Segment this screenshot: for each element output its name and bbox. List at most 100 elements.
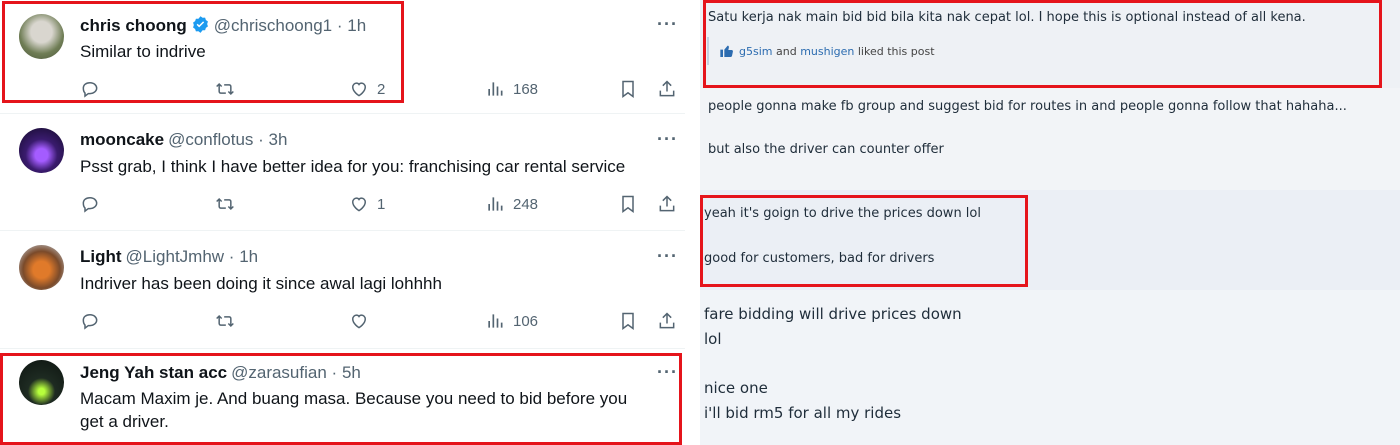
forum-post: Satu kerja nak main bid bid bila kita na… [700, 0, 1400, 88]
analytics-icon [488, 82, 503, 96]
avatar[interactable] [19, 245, 64, 290]
view-count: 168 [513, 80, 539, 98]
bookmark-icon [622, 312, 634, 330]
forum-post: people gonna make fb group and suggest b… [700, 88, 1400, 190]
retweet-button[interactable] [215, 79, 243, 99]
reply-icon [82, 81, 98, 98]
more-options-icon[interactable]: ··· [657, 362, 678, 383]
more-options-icon[interactable]: ··· [657, 14, 678, 35]
reply-icon [82, 196, 98, 213]
analytics-icon [488, 197, 503, 211]
more-options-icon[interactable]: ··· [657, 129, 678, 150]
likes-text: liked this post [857, 44, 935, 58]
retweet-icon [216, 314, 234, 328]
author-handle[interactable]: @LightJmhw [126, 247, 225, 266]
post-text: i'll bid rm5 for all my rides [704, 404, 902, 422]
author-name[interactable]: Jeng Yah stan acc [80, 363, 227, 382]
tweet-item[interactable]: Light @LightJmhw · 1h ··· Indriver has be… [0, 231, 685, 347]
tweet-header: Light @LightJmhw · 1h [80, 247, 258, 267]
share-button[interactable] [657, 194, 677, 214]
post-text: lol [704, 330, 722, 348]
analytics-icon [488, 314, 503, 328]
liker-link[interactable]: g5sim [739, 45, 772, 58]
tweet-text: Indriver has been doing it since awal la… [80, 274, 442, 293]
share-icon [659, 195, 675, 212]
post-text: fare bidding will drive prices down [704, 305, 962, 323]
like-count: 2 [377, 80, 386, 98]
post-text: people gonna make fb group and suggest b… [708, 99, 1347, 114]
retweet-button[interactable] [215, 194, 243, 214]
share-icon [659, 80, 675, 97]
like-count: 1 [377, 195, 386, 213]
like-button[interactable]: 2 [349, 79, 385, 99]
verified-badge-icon [192, 16, 208, 33]
share-button[interactable] [657, 311, 677, 331]
views-button[interactable]: 168 [485, 79, 538, 99]
tweet-time[interactable]: 5h [342, 363, 361, 382]
tweet-time[interactable]: 1h [239, 247, 258, 266]
share-button[interactable] [657, 79, 677, 99]
reply-button[interactable] [80, 79, 108, 99]
avatar[interactable] [19, 14, 64, 59]
more-options-icon[interactable]: ··· [657, 246, 678, 267]
tweet-header: chris choong @chrischoong1 · 1h [80, 15, 366, 36]
reply-button[interactable] [80, 311, 108, 331]
separator-dot: · [331, 363, 338, 382]
author-handle[interactable]: @chrischoong1 [214, 16, 332, 35]
like-button[interactable] [349, 311, 377, 331]
post-text: yeah it's goign to drive the prices down… [704, 206, 981, 221]
thumbs-up-icon [720, 45, 733, 57]
view-count: 248 [513, 195, 539, 213]
tweet-time[interactable]: 3h [269, 130, 288, 149]
forum-post: fare bidding will drive prices down lol … [700, 290, 1400, 445]
retweet-icon [216, 82, 234, 96]
heart-icon [351, 82, 367, 97]
tweet-reply-list: chris choong @chrischoong1 · 1h ··· Simil… [0, 0, 700, 445]
retweet-button[interactable] [215, 311, 243, 331]
tweet-text: Similar to indrive [80, 42, 206, 61]
author-name[interactable]: Light [80, 247, 122, 266]
share-icon [659, 312, 675, 329]
separator-dot: · [228, 247, 235, 266]
tweet-text-line: get a driver. [80, 412, 169, 431]
separator-dot: · [258, 130, 264, 149]
bookmark-icon [622, 195, 634, 213]
post-likes-bar: g5sim and mushigen liked this post [707, 37, 1107, 65]
tweet-item[interactable]: mooncake @conflotus · 3h ··· Psst grab, I… [0, 114, 685, 230]
forum-thread: Satu kerja nak main bid bid bila kita na… [700, 0, 1400, 445]
view-count: 106 [513, 312, 539, 330]
avatar[interactable] [19, 128, 64, 173]
heart-icon [351, 197, 367, 212]
author-handle[interactable]: @conflotus [168, 130, 253, 149]
views-button[interactable]: 106 [485, 311, 538, 331]
retweet-icon [216, 197, 234, 211]
avatar[interactable] [19, 360, 64, 405]
like-button[interactable]: 1 [349, 194, 385, 214]
tweet-time[interactable]: 1h [347, 16, 366, 35]
author-handle[interactable]: @zarasufian [231, 363, 327, 382]
bookmark-button[interactable] [618, 79, 638, 99]
forum-post: yeah it's goign to drive the prices down… [700, 190, 1400, 290]
separator-dot: · [336, 16, 343, 35]
tweet-text: Macam Maxim je. And buang masa. Because … [80, 387, 670, 433]
tweet-header: Jeng Yah stan acc @zarasufian · 5h [80, 363, 361, 383]
reply-icon [82, 313, 98, 330]
post-text: good for customers, bad for drivers [704, 251, 935, 266]
likes-text: and [775, 44, 797, 58]
tweet-item[interactable]: Jeng Yah stan acc @zarasufian · 5h ··· Ma… [0, 349, 685, 445]
heart-icon [351, 314, 367, 329]
bookmark-icon [622, 80, 634, 98]
liker-link[interactable]: mushigen [800, 45, 854, 58]
tweet-text-line: Macam Maxim je. And buang masa. Because … [80, 389, 628, 408]
tweet-item[interactable]: chris choong @chrischoong1 · 1h ··· Simil… [0, 0, 685, 112]
post-text: nice one [704, 379, 768, 397]
post-text: Satu kerja nak main bid bid bila kita na… [708, 10, 1306, 25]
reply-button[interactable] [80, 194, 108, 214]
views-button[interactable]: 248 [485, 194, 538, 214]
bookmark-button[interactable] [618, 194, 638, 214]
post-text: but also the driver can counter offer [708, 142, 944, 157]
author-name[interactable]: mooncake [80, 130, 164, 149]
author-name[interactable]: chris choong [80, 16, 187, 35]
tweet-header: mooncake @conflotus · 3h [80, 130, 287, 150]
bookmark-button[interactable] [618, 311, 638, 331]
